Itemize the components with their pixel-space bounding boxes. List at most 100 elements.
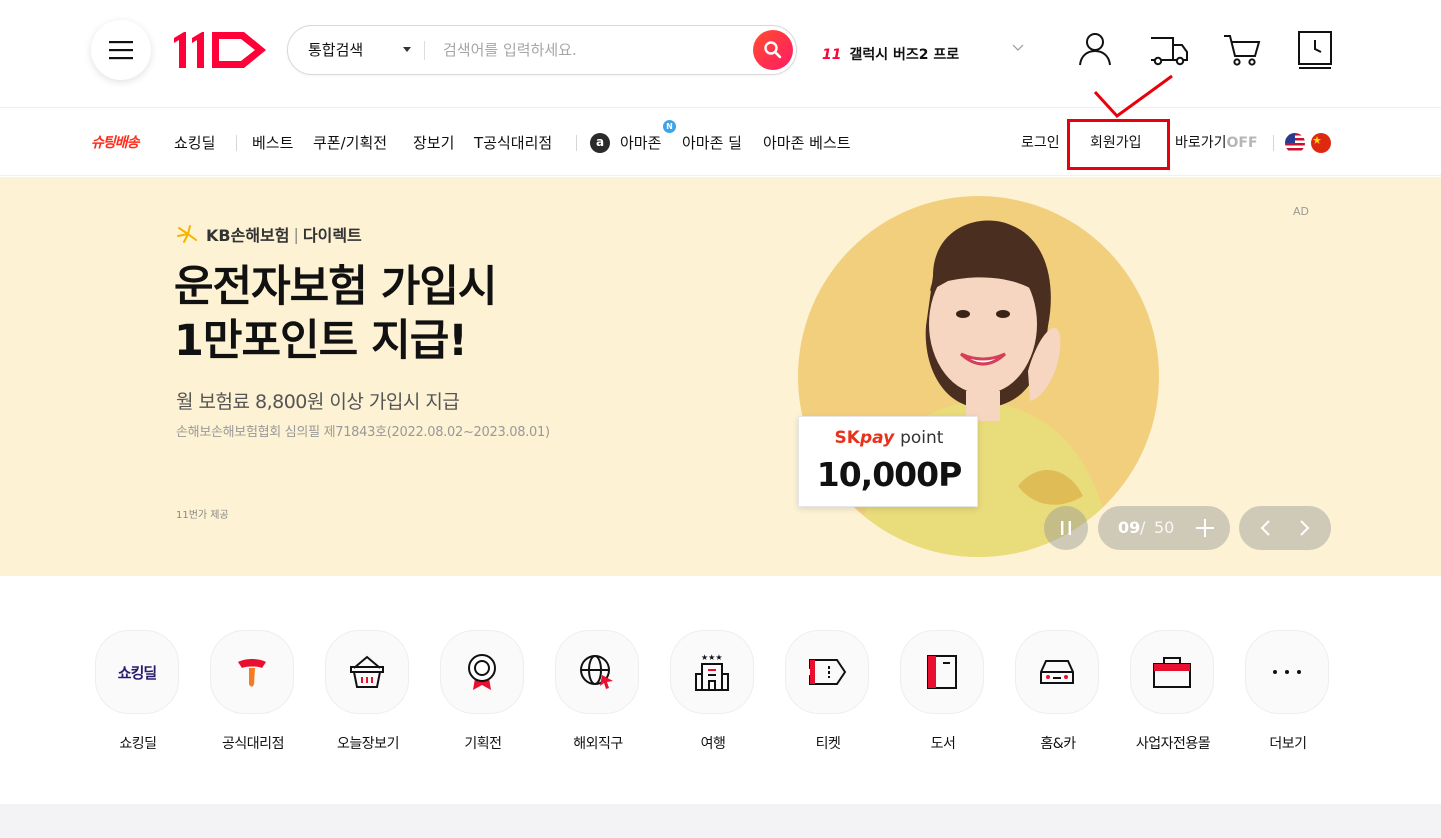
trending-keyword[interactable]: 11 갤럭시 버즈2 프로 — [822, 44, 959, 64]
cart-icon — [1224, 35, 1261, 66]
category-ticket[interactable]: 티켓 — [783, 628, 873, 758]
category-shocking-deal[interactable]: 쇼킹딜 쇼킹딜 — [93, 628, 183, 758]
pause-icon — [1061, 521, 1071, 535]
ticket-icon — [785, 630, 869, 714]
category-official-store[interactable]: 공식대리점 — [208, 628, 298, 758]
user-icon — [1079, 33, 1111, 66]
category-travel[interactable]: ★★★ 여행 — [668, 628, 758, 758]
medal-icon — [440, 630, 524, 714]
category-business[interactable]: 사업자전용몰 — [1128, 628, 1218, 758]
main-nav: 슈팅배송 쇼킹딜 베스트 쿠폰/기획전 장보기 T공식대리점 아마존 아마존 딜… — [0, 109, 1441, 176]
category-label: 기획전 — [464, 736, 502, 752]
category-label: 공식대리점 — [222, 736, 284, 752]
chevron-left-icon[interactable] — [1256, 518, 1276, 538]
category-label: 더보기 — [1269, 736, 1307, 752]
banner-title-line2: 1만포인트 지급! — [174, 316, 468, 366]
nav-item-grocery[interactable]: 장보기 — [413, 133, 454, 153]
china-flag-icon[interactable] — [1311, 133, 1331, 153]
hamburger-icon — [109, 41, 133, 60]
us-flag-icon[interactable] — [1285, 133, 1305, 153]
kb-sponsor-name: KB손해보험 — [206, 226, 290, 245]
shocking-deal-icon-text: 쇼킹딜 — [117, 663, 157, 682]
my-page-button[interactable] — [1076, 30, 1114, 68]
category-label: 해외직구 — [573, 736, 623, 752]
nav-item-shocking-deal[interactable]: 쇼킹딜 — [174, 133, 215, 153]
banner-subtitle: 월 보험료 8,800원 이상 가입시 지급 — [176, 391, 460, 413]
skpay-brand: SKpay point — [799, 428, 979, 448]
category-grocery[interactable]: 오늘장보기 — [323, 628, 413, 758]
pause-button[interactable] — [1044, 506, 1088, 550]
search-button[interactable] — [753, 30, 793, 70]
category-home-car[interactable]: 홈&카 — [1013, 628, 1103, 758]
login-link[interactable]: 로그인 — [1021, 133, 1060, 153]
top-header: 통합검색 11 갤럭시 버즈2 프로 — [0, 0, 1441, 108]
skpay-sk: SK — [834, 428, 860, 448]
category-exhibition[interactable]: 기획전 — [438, 628, 528, 758]
amazon-logo-icon: a — [590, 133, 610, 153]
slide-separator: / — [1140, 518, 1146, 537]
hero-banner[interactable]: KB손해보험 | 다이렉트 운전자보험 가입시 1만포인트 지급! 월 보험료 8,… — [0, 177, 1441, 576]
annotation-arrow-icon — [1093, 74, 1173, 119]
delivery-button[interactable] — [1148, 30, 1190, 68]
kb-sponsor-sub: 다이렉트 — [302, 226, 362, 245]
nav-item-t-official[interactable]: T공식대리점 — [474, 133, 552, 153]
category-label: 티켓 — [815, 736, 841, 752]
briefcase-icon — [1130, 630, 1214, 714]
slide-total: 50 — [1154, 518, 1175, 537]
shortcut-state: OFF — [1226, 135, 1258, 151]
nav-item-best[interactable]: 베스트 — [252, 133, 293, 153]
banner-provider: 11번가 제공 — [176, 510, 229, 521]
skpay-amount: 10,000P — [816, 455, 963, 494]
skpay-point-card: SKpay point 10,000P — [798, 416, 978, 507]
kb-separator: | — [293, 224, 299, 244]
kb-star-icon — [177, 225, 197, 243]
nav-item-amazon[interactable]: 아마존 — [620, 133, 661, 153]
search-box: 통합검색 — [287, 25, 797, 75]
basket-icon — [325, 630, 409, 714]
truck-icon — [1151, 37, 1188, 66]
11st-logo[interactable] — [172, 28, 268, 72]
search-divider — [424, 41, 425, 60]
category-label: 홈&카 — [1040, 736, 1076, 752]
cart-button[interactable] — [1222, 30, 1262, 68]
new-badge: N — [663, 120, 676, 133]
shortcut-toggle[interactable]: 바로가기OFF — [1175, 133, 1258, 153]
category-more[interactable]: 더보기 — [1243, 628, 1333, 758]
banner-title: 운전자보험 가입시 1만포인트 지급! — [174, 260, 497, 368]
shocking-deal-icon: 쇼킹딜 — [95, 630, 179, 714]
category-label: 오늘장보기 — [337, 736, 399, 752]
nav-item-amazon-best[interactable]: 아마존 베스트 — [763, 133, 851, 153]
skpay-point-word: point — [900, 428, 944, 448]
search-icon — [764, 41, 782, 59]
recent-view-button[interactable] — [1296, 30, 1334, 70]
nav-item-amazon-deal[interactable]: 아마존 딜 — [682, 133, 742, 153]
category-label: 여행 — [700, 736, 726, 752]
menu-button[interactable] — [91, 20, 151, 80]
section-divider — [0, 804, 1441, 838]
plus-icon[interactable] — [1194, 517, 1216, 539]
shooting-delivery-link[interactable]: 슈팅배송 — [91, 133, 140, 153]
category-label: 도서 — [930, 736, 956, 752]
book-icon — [900, 630, 984, 714]
nav-divider — [236, 135, 237, 151]
nav-divider — [1273, 135, 1274, 151]
category-books[interactable]: 도서 — [898, 628, 988, 758]
ad-label: AD — [1293, 205, 1309, 218]
chevron-down-icon[interactable] — [1012, 44, 1024, 52]
category-shortcuts: 쇼킹딜 쇼킹딜 공식대리점 오늘장보기 기획전 해외직구 ★★★ 여행 티켓 도… — [0, 576, 1441, 804]
slide-current: 09 — [1118, 518, 1141, 537]
search-input[interactable] — [443, 26, 743, 74]
category-overseas[interactable]: 해외직구 — [553, 628, 643, 758]
trending-text: 갤럭시 버즈2 프로 — [849, 47, 960, 63]
t-logo-icon — [210, 630, 294, 714]
caret-down-icon[interactable] — [403, 47, 411, 52]
category-label: 사업자전용몰 — [1135, 736, 1211, 752]
globe-icon — [555, 630, 639, 714]
category-label: 쇼킹딜 — [119, 736, 157, 752]
search-scope-select[interactable]: 통합검색 — [308, 26, 363, 74]
car-icon — [1015, 630, 1099, 714]
skpay-pay: pay — [859, 428, 895, 448]
banner-note: 손해보손해보험협회 심의필 제71843호(2022.08.02~2023.08… — [176, 425, 550, 440]
nav-item-coupon[interactable]: 쿠폰/기획전 — [313, 133, 387, 153]
chevron-right-icon[interactable] — [1294, 518, 1314, 538]
